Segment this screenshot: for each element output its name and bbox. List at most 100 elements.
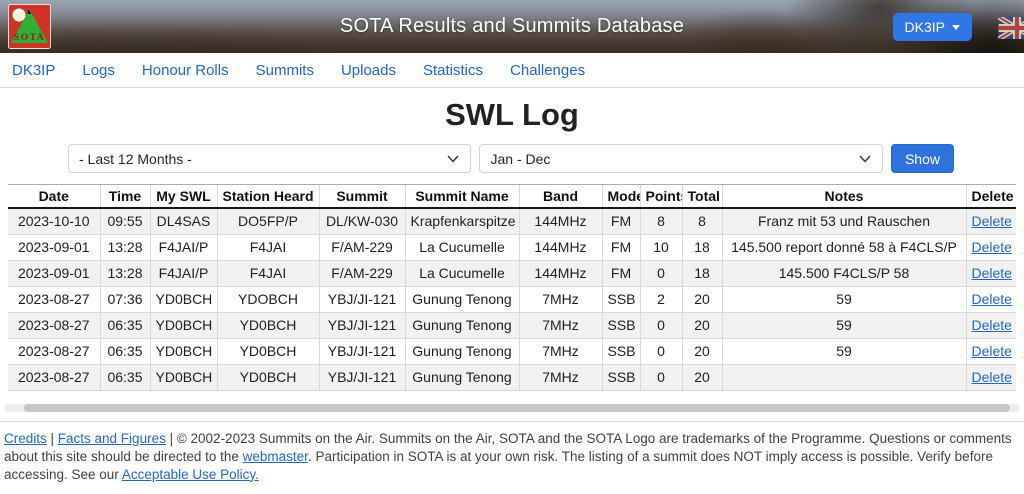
period-select-wrap: - Last 12 Months - (68, 144, 472, 173)
log-total: 18 (681, 260, 722, 287)
delete-link[interactable]: Delete (972, 239, 1012, 255)
nav-item-summits[interactable]: Summits (256, 62, 314, 79)
log-station-heard: DO5FP/P (216, 208, 319, 235)
log-delete-cell: Delete (965, 234, 1016, 261)
nav-item-dk3ip[interactable]: DK3IP (12, 62, 55, 79)
log-time: 06:35 (99, 338, 150, 365)
delete-link[interactable]: Delete (972, 265, 1012, 281)
header-banner: SOTA SOTA Results and Summits Database D… (0, 0, 1024, 53)
nav-item-logs[interactable]: Logs (82, 62, 115, 79)
user-menu-button[interactable]: DK3IP (892, 13, 972, 41)
nav-item-uploads[interactable]: Uploads (341, 62, 396, 79)
column-header-date: Date (8, 184, 100, 209)
acceptable-use-policy-link[interactable]: Acceptable Use Policy. (122, 467, 259, 482)
log-summit-name: Gunung Tenong (404, 338, 519, 365)
nav-item-statistics[interactable]: Statistics (423, 62, 483, 79)
log-points: 10 (639, 234, 682, 261)
months-select[interactable]: Jan - Dec (479, 144, 883, 173)
table-row: 2023-08-27 07:36 YD0BCH YDOBCH YBJ/JI-12… (8, 286, 1016, 313)
log-my-swl: F4JAI/P (149, 260, 217, 287)
swl-log-table: Date Time My SWL Station Heard Summit Summit … (8, 184, 1016, 391)
column-header-mode: Mode (601, 184, 640, 209)
log-summit-ref: F/AM-229 (318, 260, 405, 287)
log-date: 2023-09-01 (8, 260, 100, 287)
facts-and-figures-link[interactable]: Facts and Figures (58, 431, 166, 446)
main-nav: DK3IP Logs Honour Rolls Summits Uploads … (0, 53, 1024, 88)
log-points: 2 (639, 286, 682, 313)
log-mode: FM (601, 260, 640, 287)
log-summit-name: La Cucumelle (404, 260, 519, 287)
log-notes: 145.500 report donné 58 à F4CLS/P (721, 234, 966, 261)
log-my-swl: YD0BCH (149, 364, 217, 391)
period-select[interactable]: - Last 12 Months - (68, 144, 472, 173)
delete-link[interactable]: Delete (972, 369, 1012, 385)
column-header-station-heard: Station Heard (216, 184, 319, 209)
webmaster-link[interactable]: webmaster (243, 449, 308, 464)
log-band: 144MHz (518, 260, 602, 287)
log-notes: Franz mit 53 und Rauschen (721, 208, 966, 235)
horizontal-scrollbar-track (4, 403, 1020, 412)
column-header-summit-name: Summit Name (404, 184, 519, 209)
log-date: 2023-08-27 (8, 286, 100, 313)
table-row: 2023-09-01 13:28 F4JAI/P F4JAI F/AM-229 … (8, 260, 1016, 287)
log-summit-ref: YBJ/JI-121 (318, 286, 405, 313)
log-date: 2023-10-10 (8, 208, 100, 235)
delete-link[interactable]: Delete (972, 343, 1012, 359)
log-summit-ref: YBJ/JI-121 (318, 338, 405, 365)
log-band: 144MHz (518, 234, 602, 261)
horizontal-scrollbar-thumb[interactable] (24, 403, 1010, 412)
log-notes: 59 (721, 312, 966, 339)
log-summit-name: Gunung Tenong (404, 312, 519, 339)
nav-item-challenges[interactable]: Challenges (510, 62, 585, 79)
chevron-down-icon (952, 24, 960, 30)
footer: Credits | Facts and Figures | © 2002-202… (0, 420, 1024, 494)
log-points: 0 (639, 312, 682, 339)
column-header-delete: Delete (965, 184, 1016, 209)
log-time: 06:35 (99, 364, 150, 391)
log-my-swl: DL4SAS (149, 208, 217, 235)
log-table-body: 2023-10-10 09:55 DL4SAS DO5FP/P DL/KW-03… (8, 208, 1016, 391)
footer-separator: | (46, 430, 58, 446)
log-summit-name: La Cucumelle (404, 234, 519, 261)
log-total: 20 (681, 338, 722, 365)
log-points: 0 (639, 338, 682, 365)
log-notes (721, 364, 966, 391)
log-summit-ref: YBJ/JI-121 (318, 364, 405, 391)
log-station-heard: YD0BCH (216, 312, 319, 339)
table-row: 2023-10-10 09:55 DL4SAS DO5FP/P DL/KW-03… (8, 208, 1016, 235)
table-row: 2023-08-27 06:35 YD0BCH YD0BCH YBJ/JI-12… (8, 338, 1016, 365)
log-date: 2023-08-27 (8, 312, 100, 339)
credits-link[interactable]: Credits (4, 431, 47, 446)
nav-item-honour-rolls[interactable]: Honour Rolls (142, 62, 229, 79)
log-date: 2023-08-27 (8, 338, 100, 365)
site-title: SOTA Results and Summits Database (339, 15, 685, 37)
log-mode: SSB (601, 312, 640, 339)
log-summit-ref: YBJ/JI-121 (318, 312, 405, 339)
table-row: 2023-09-01 13:28 F4JAI/P F4JAI F/AM-229 … (8, 234, 1016, 261)
log-time: 13:28 (99, 234, 150, 261)
user-menu-label: DK3IP (904, 19, 945, 35)
column-header-total: Total (681, 184, 722, 209)
log-station-heard: YDOBCH (216, 286, 319, 313)
log-my-swl: YD0BCH (149, 312, 217, 339)
log-band: 7MHz (518, 312, 602, 339)
show-button[interactable]: Show (890, 144, 954, 173)
uk-flag-icon[interactable] (997, 14, 1024, 42)
column-header-band: Band (518, 184, 602, 209)
log-summit-name: Krapfenkarspitze (404, 208, 519, 235)
column-header-time: Time (99, 184, 150, 209)
delete-link[interactable]: Delete (972, 317, 1012, 333)
log-date: 2023-08-27 (8, 364, 100, 391)
log-mode: SSB (601, 364, 640, 391)
log-mode: FM (601, 208, 640, 235)
delete-link[interactable]: Delete (972, 291, 1012, 307)
log-time: 13:28 (99, 260, 150, 287)
log-total: 8 (681, 208, 722, 235)
delete-link[interactable]: Delete (972, 213, 1012, 229)
log-total: 20 (681, 364, 722, 391)
column-header-summit: Summit (318, 184, 405, 209)
page-title: SWL Log (445, 97, 579, 132)
log-date: 2023-09-01 (8, 234, 100, 261)
column-header-points: Points (639, 184, 682, 209)
log-summit-ref: F/AM-229 (318, 234, 405, 261)
